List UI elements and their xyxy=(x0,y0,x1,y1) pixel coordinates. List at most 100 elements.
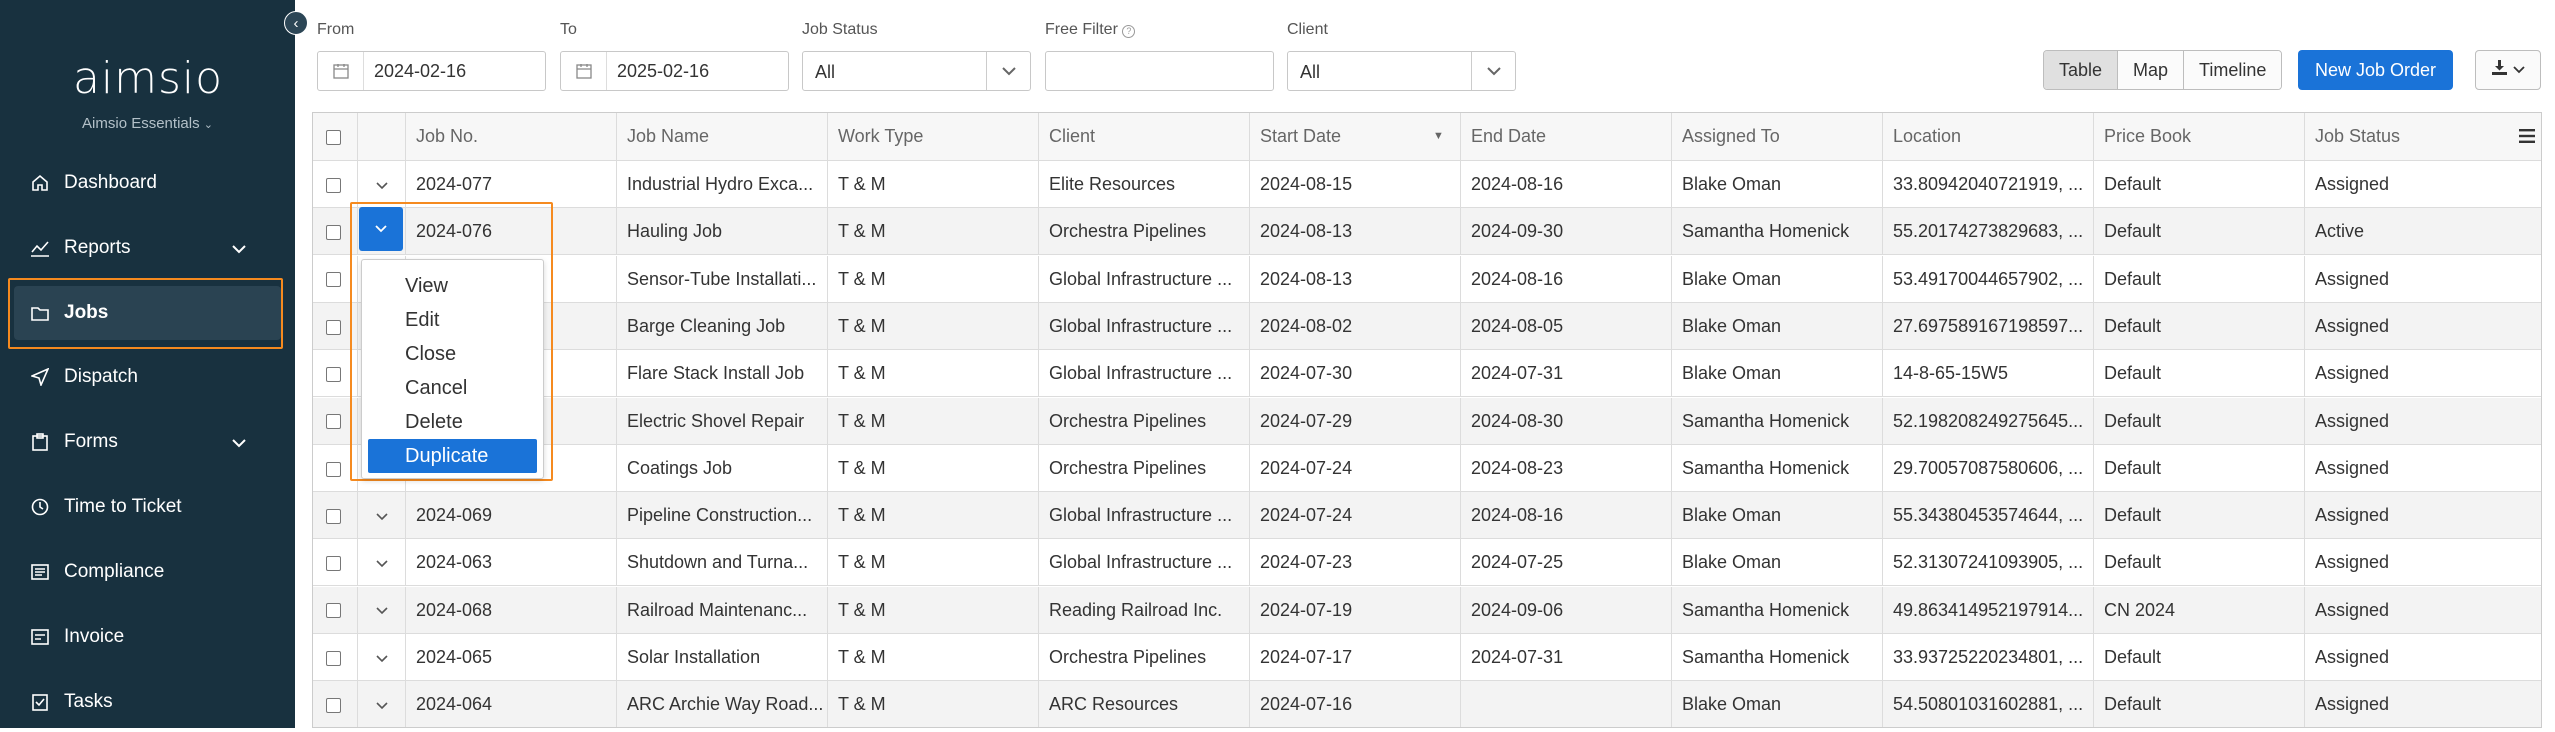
view-table-button[interactable]: Table xyxy=(2044,51,2119,89)
row-expand-cell[interactable] xyxy=(358,634,406,680)
cell-start-date: 2024-07-29 xyxy=(1250,397,1461,444)
sidebar-item-invoice[interactable]: Invoice xyxy=(14,607,281,667)
collapse-sidebar-button[interactable]: ‹ xyxy=(284,11,308,35)
row-checkbox[interactable] xyxy=(326,177,341,193)
cell-client: Global Infrastructure ... xyxy=(1039,539,1250,586)
row-actions-button-open[interactable] xyxy=(359,207,403,251)
col-job-name[interactable]: Job Name xyxy=(617,113,828,160)
col-job-no[interactable]: Job No. xyxy=(406,113,617,160)
table-row[interactable]: Barge Cleaning Job T & M Global Infrastruc… xyxy=(313,302,2541,350)
menu-item-close[interactable]: Close xyxy=(362,337,543,371)
cell-price-book: Default xyxy=(2094,539,2305,586)
cell-job-name: Coatings Job xyxy=(617,444,828,491)
cell-price-book: Default xyxy=(2094,302,2305,349)
cell-job-name: Flare Stack Install Job xyxy=(617,350,828,397)
free-filter-input[interactable] xyxy=(1045,51,1274,91)
cell-assigned-to: Blake Oman xyxy=(1672,539,1883,586)
sidebar-item-dashboard[interactable]: Dashboard xyxy=(14,153,281,213)
to-date-value: 2025-02-16 xyxy=(617,60,710,81)
menu-item-duplicate[interactable]: Duplicate xyxy=(368,439,537,473)
col-location[interactable]: Location xyxy=(1883,113,2094,160)
row-checkbox[interactable] xyxy=(326,556,341,572)
cell-job-status: Assigned xyxy=(2315,647,2390,667)
table-row[interactable]: Flare Stack Install Job T & M Global Infra… xyxy=(313,350,2541,398)
client-value: All xyxy=(1300,62,1321,82)
table-row[interactable]: Sensor-Tube Installati... T & M Global Inf… xyxy=(313,255,2541,303)
cell-assigned-to: Samantha Homenick xyxy=(1672,444,1883,491)
table-row[interactable]: 2024-065 Solar Installation T & M Orchestra… xyxy=(313,634,2541,681)
menu-item-view[interactable]: View xyxy=(362,269,543,303)
cell-assigned-to: Blake Oman xyxy=(1672,681,1883,727)
cell-location: 52.198208249275645... xyxy=(1883,397,2094,444)
cell-job-status: Assigned xyxy=(2315,174,2390,194)
table-row[interactable]: 2024-064 ARC Archie Way Road... T & M ARC R… xyxy=(313,681,2541,727)
cell-start-date: 2024-08-15 xyxy=(1250,161,1461,207)
cell-location: 33.80942040721919, ... xyxy=(1883,161,2094,207)
row-checkbox[interactable] xyxy=(326,603,341,619)
sidebar-item-label: Time to Ticket xyxy=(64,496,182,517)
col-end-date[interactable]: End Date xyxy=(1461,113,1672,160)
row-checkbox[interactable] xyxy=(326,319,341,335)
menu-item-cancel[interactable]: Cancel xyxy=(362,371,543,405)
sidebar-item-compliance[interactable]: Compliance xyxy=(14,542,281,602)
cell-location: 52.31307241093905, ... xyxy=(1883,539,2094,586)
help-icon[interactable]: ? xyxy=(1122,25,1136,38)
cell-location: 55.20174273829683, ... xyxy=(1883,208,2094,255)
col-price-book[interactable]: Price Book xyxy=(2094,113,2305,160)
row-checkbox[interactable] xyxy=(326,272,341,288)
row-expand-cell[interactable] xyxy=(358,492,406,539)
sidebar-item-forms[interactable]: Forms xyxy=(14,412,281,472)
job-status-select[interactable]: All xyxy=(802,51,1031,91)
table-row[interactable]: 2024-076 Hauling Job T & M Orchestra Pipeli… xyxy=(313,208,2541,256)
col-client[interactable]: Client xyxy=(1039,113,1250,160)
aimsio-logo[interactable]: aimsio xyxy=(70,56,226,102)
chevron-down-icon xyxy=(2512,61,2525,79)
client-select[interactable]: All xyxy=(1287,51,1516,91)
row-checkbox[interactable] xyxy=(326,414,341,430)
row-checkbox[interactable] xyxy=(326,508,341,524)
cell-start-date: 2024-07-24 xyxy=(1250,492,1461,539)
sidebar-item-reports[interactable]: Reports xyxy=(14,218,281,278)
col-job-status[interactable]: Job Status xyxy=(2305,113,2516,160)
sidebar-item-jobs[interactable]: Jobs xyxy=(14,286,281,340)
sidebar-item-dispatch[interactable]: Dispatch xyxy=(14,347,281,407)
row-expand-cell[interactable] xyxy=(358,539,406,586)
row-checkbox[interactable] xyxy=(326,461,341,477)
view-timeline-button[interactable]: Timeline xyxy=(2184,51,2282,89)
new-job-order-button[interactable]: New Job Order xyxy=(2298,50,2454,90)
sidebar-item-label: Tasks xyxy=(64,691,113,712)
table-row[interactable]: 2024-077 Industrial Hydro Exca... T & M Eli… xyxy=(313,161,2541,208)
sidebar-item-tasks[interactable]: Tasks xyxy=(14,672,281,732)
sidebar-item-time-to-ticket[interactable]: Time to Ticket xyxy=(14,477,281,537)
row-checkbox[interactable] xyxy=(326,225,341,241)
cell-start-date: 2024-08-13 xyxy=(1250,208,1461,255)
row-expand-cell[interactable] xyxy=(358,586,406,633)
table-row[interactable]: 2024-063 Shutdown and Turna... T & M Global… xyxy=(313,539,2541,587)
col-start-date[interactable]: Start Date ▼ xyxy=(1250,113,1461,160)
table-row[interactable]: Electric Shovel Repair T & M Orchestra Pip… xyxy=(313,397,2541,445)
row-select-cell xyxy=(313,681,358,727)
menu-item-delete[interactable]: Delete xyxy=(362,405,543,439)
row-checkbox[interactable] xyxy=(326,698,341,714)
row-expand-cell[interactable] xyxy=(358,161,406,207)
home-icon xyxy=(30,173,50,193)
menu-item-edit[interactable]: Edit xyxy=(362,303,543,337)
row-expand-cell[interactable] xyxy=(358,681,406,727)
col-work-type[interactable]: Work Type xyxy=(828,113,1039,160)
subbrand-switcher[interactable]: Aimsio Essentials ⌄ xyxy=(0,115,295,132)
column-menu-icon[interactable] xyxy=(2519,129,2535,148)
table-row[interactable]: Coatings Job T & M Orchestra Pipelines 2024… xyxy=(313,444,2541,492)
cell-end-date: 2024-08-16 xyxy=(1461,492,1672,539)
from-date-input[interactable]: 2024-02-16 xyxy=(317,51,546,91)
row-checkbox[interactable] xyxy=(326,366,341,382)
cell-work-type: T & M xyxy=(828,586,1039,633)
table-row[interactable]: 2024-069 Pipeline Construction... T & M Glo… xyxy=(313,492,2541,540)
select-all-checkbox[interactable] xyxy=(326,129,341,145)
view-map-button[interactable]: Map xyxy=(2118,51,2185,89)
table-row[interactable]: 2024-068 Railroad Maintenanc... T & M Readi… xyxy=(313,586,2541,634)
row-checkbox[interactable] xyxy=(326,650,341,666)
export-button[interactable] xyxy=(2475,50,2541,90)
col-assigned-to[interactable]: Assigned To xyxy=(1672,113,1883,160)
to-date-input[interactable]: 2025-02-16 xyxy=(560,51,789,91)
job-status-label: Job Status xyxy=(802,21,878,38)
